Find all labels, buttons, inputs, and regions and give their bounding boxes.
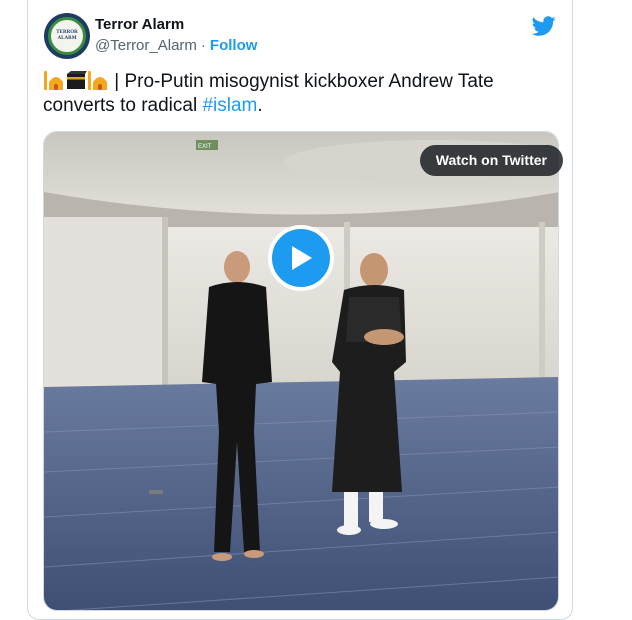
tweet-text: | Pro-Putin misogynist kickboxer Andrew … <box>43 70 553 118</box>
avatar[interactable]: TERROR ALARM <box>44 13 90 59</box>
watch-on-twitter-button[interactable]: Watch on Twitter <box>419 145 563 176</box>
exit-sign: EXIT <box>198 144 212 150</box>
author-handle[interactable]: @Terror_Alarm <box>95 37 197 54</box>
video-thumbnail: EXIT <box>44 132 558 610</box>
author-meta: @Terror_Alarm · Follow <box>95 37 257 54</box>
mosque-icon <box>87 70 107 90</box>
separator-dot: · <box>200 37 206 54</box>
twitter-bird-icon[interactable] <box>532 14 556 38</box>
author-name[interactable]: Terror Alarm <box>95 16 184 33</box>
follow-button[interactable]: Follow <box>210 37 258 54</box>
video-player[interactable]: EXIT <box>43 131 559 611</box>
tweet-body-text: | Pro-Putin misogynist kickboxer Andrew … <box>43 71 494 116</box>
hashtag-link[interactable]: #islam <box>202 95 257 116</box>
tweet-body-end: . <box>257 95 263 116</box>
play-button[interactable] <box>268 225 334 291</box>
kaaba-icon <box>67 71 87 89</box>
tweet-card[interactable]: TERROR ALARM Terror Alarm @Terror_Alarm ·… <box>27 0 573 620</box>
mosque-icon <box>43 70 63 90</box>
avatar-text-bot: ALARM <box>57 36 77 41</box>
play-icon <box>292 246 312 270</box>
avatar-logo: TERROR ALARM <box>48 17 86 55</box>
